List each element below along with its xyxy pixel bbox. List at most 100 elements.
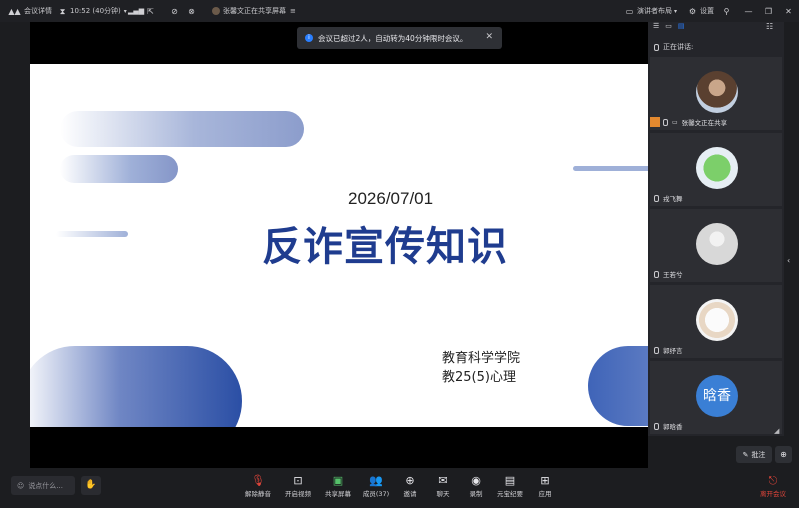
collapse-panel-icon[interactable]: ‹: [787, 256, 790, 265]
timer[interactable]: ⧗ 10:52 (40分钟) ▾: [58, 0, 127, 22]
invite-label: 邀请: [403, 490, 417, 498]
avatar: 晗香: [696, 375, 738, 417]
slide-class: 教25(5)心理: [442, 370, 516, 385]
apps-label: 应用: [538, 490, 552, 498]
video-tile[interactable]: 王若兮: [650, 209, 782, 282]
notification-toast: i 会议已超过2人，自动转为40分钟限时会议。 ✕: [297, 27, 502, 49]
close-icon[interactable]: ✕: [485, 32, 493, 42]
sidebar-view-icon[interactable]: ▤: [678, 22, 685, 32]
start-video-button[interactable]: ⊡ 开启视频: [280, 474, 316, 498]
no-draw-icon[interactable]: ⊘: [170, 0, 182, 22]
slide-decor-bar: [60, 155, 178, 183]
screen-share-icon: ▭: [672, 118, 678, 126]
participant-name: 郭纾言: [663, 347, 683, 355]
slide-decor-bar: [56, 231, 128, 237]
avatar: [696, 223, 738, 265]
settings-button[interactable]: ⚙ 设置: [688, 0, 714, 22]
chat-label: 聊天: [436, 490, 450, 498]
minutes-button[interactable]: ▤ 元宝纪要: [492, 474, 528, 498]
pen-icon: ✎: [742, 450, 749, 459]
bottom-toolbar: ☺ 说点什么... ✋ 🎙 解除静音 ⊡ 开启视频 ▣ 共享屏幕 👥 成员(37) ⊕ 邀…: [0, 468, 799, 508]
resize-handle-icon[interactable]: ◢: [774, 427, 779, 435]
participant-name: 戎飞舞: [663, 195, 683, 203]
gear-icon: ⚙: [688, 6, 697, 16]
popout-icon[interactable]: ⇱: [146, 0, 158, 22]
invite-button[interactable]: ⊕ 邀请: [392, 474, 428, 498]
share-screen-label: 共享屏幕: [325, 490, 351, 498]
close-icon[interactable]: ✕: [784, 0, 796, 22]
emoji-icon: ☺: [17, 481, 25, 490]
annotate-button[interactable]: ✎ 批注: [736, 446, 772, 463]
minimize-icon[interactable]: —: [744, 0, 756, 22]
share-screen-icon: ▣: [332, 474, 344, 487]
video-tile[interactable]: ▭ 张馨文正在共享: [650, 57, 782, 130]
slide-decor-bar: [573, 166, 648, 171]
chat-input[interactable]: ☺ 说点什么...: [11, 476, 75, 495]
presentation-slide: 2026/07/01 反诈宣传知识 教育科学学院 教25(5)心理: [30, 64, 648, 427]
share-user-avatar-icon: [212, 7, 220, 15]
speaking-label: 正在讲话:: [663, 43, 694, 51]
raise-hand-icon[interactable]: ✋: [81, 476, 101, 495]
start-video-label: 开启视频: [285, 490, 311, 498]
mic-icon: [654, 422, 659, 430]
grid-view-icon[interactable]: ▭: [665, 22, 672, 32]
list-view-icon[interactable]: ☰: [653, 22, 659, 32]
avatar: [696, 147, 738, 189]
speaking-indicator: 正在讲话:: [654, 42, 693, 52]
leave-button[interactable]: ⎋ 离开会议: [755, 474, 791, 498]
panel-settings-icon[interactable]: ☷: [766, 22, 773, 31]
share-screen-button[interactable]: ▣ 共享屏幕: [320, 474, 356, 498]
participant-name: 张馨文正在共享: [681, 119, 728, 127]
mic-icon: [654, 194, 659, 202]
unmute-button[interactable]: 🎙 解除静音: [240, 474, 276, 498]
mic-icon: [663, 118, 668, 126]
meeting-logo-icon: ▲▲: [8, 6, 21, 16]
apps-button[interactable]: ⊞ 应用: [527, 474, 563, 498]
minutes-label: 元宝纪要: [497, 490, 523, 498]
layout-icon: ▭: [625, 6, 634, 16]
panel-view-tabs: ☰ ▭ ▤: [653, 22, 685, 32]
slide-date: 2026/07/01: [348, 189, 434, 208]
members-label: 成员(37): [362, 490, 390, 498]
members-icon: 👥: [369, 474, 383, 487]
video-tile[interactable]: 晗香 郭晗香: [650, 361, 782, 434]
record-label: 录制: [469, 490, 483, 498]
record-button[interactable]: ◉ 录制: [458, 474, 494, 498]
host-badge-icon: [650, 117, 660, 127]
signal-icon[interactable]: ▂▄▆: [128, 0, 144, 22]
no-view-icon[interactable]: ⊗: [187, 0, 199, 22]
info-icon: i: [305, 34, 313, 42]
slide-decor-bar: [588, 346, 648, 426]
unmute-label: 解除静音: [245, 490, 271, 498]
video-tile[interactable]: 戎飞舞: [650, 133, 782, 206]
invite-icon: ⊕: [405, 474, 415, 487]
pin-icon[interactable]: ⚲: [722, 0, 734, 22]
sharing-status-label: 张馨文正在共享屏幕: [223, 7, 286, 15]
layout-button[interactable]: ▭ 演讲者布局 ▾: [625, 0, 677, 22]
slide-decor-bar: [30, 346, 242, 427]
video-tile[interactable]: 郭纾言: [650, 285, 782, 358]
chat-button[interactable]: ✉ 聊天: [425, 474, 461, 498]
members-button[interactable]: 👥 成员(37): [358, 474, 394, 498]
participant-name: 王若兮: [663, 271, 683, 279]
restore-icon[interactable]: ❐: [764, 0, 776, 22]
minutes-icon: ▤: [504, 474, 516, 487]
slide-department: 教育科学学院: [442, 351, 521, 366]
camera-off-icon: ⊡: [293, 474, 303, 487]
mic-muted-icon: 🎙: [251, 474, 265, 487]
zoom-icon[interactable]: ⊕: [775, 446, 792, 463]
settings-label: 设置: [700, 7, 714, 15]
meeting-details-button[interactable]: ▲▲ 会议详情: [8, 0, 52, 22]
title-bar: ▲▲ 会议详情 ⧗ 10:52 (40分钟) ▾ ▂▄▆ ⇱ ⊘ ⊗ 张馨文正在…: [0, 0, 799, 22]
sharing-status[interactable]: 张馨文正在共享屏幕 ≡: [212, 0, 296, 22]
annotate-label: 批注: [751, 450, 766, 459]
meeting-details-label: 会议详情: [24, 7, 52, 15]
participant-name: 郭晗香: [663, 423, 683, 431]
mic-icon: [654, 270, 659, 278]
chevron-down-icon: ▾: [123, 7, 127, 15]
avatar: [696, 71, 738, 113]
slide-title: 反诈宣传知识: [262, 224, 508, 270]
timer-label: 10:52 (40分钟): [70, 7, 121, 15]
toast-message: 会议已超过2人，自动转为40分钟限时会议。: [318, 33, 468, 43]
apps-icon: ⊞: [540, 474, 550, 487]
